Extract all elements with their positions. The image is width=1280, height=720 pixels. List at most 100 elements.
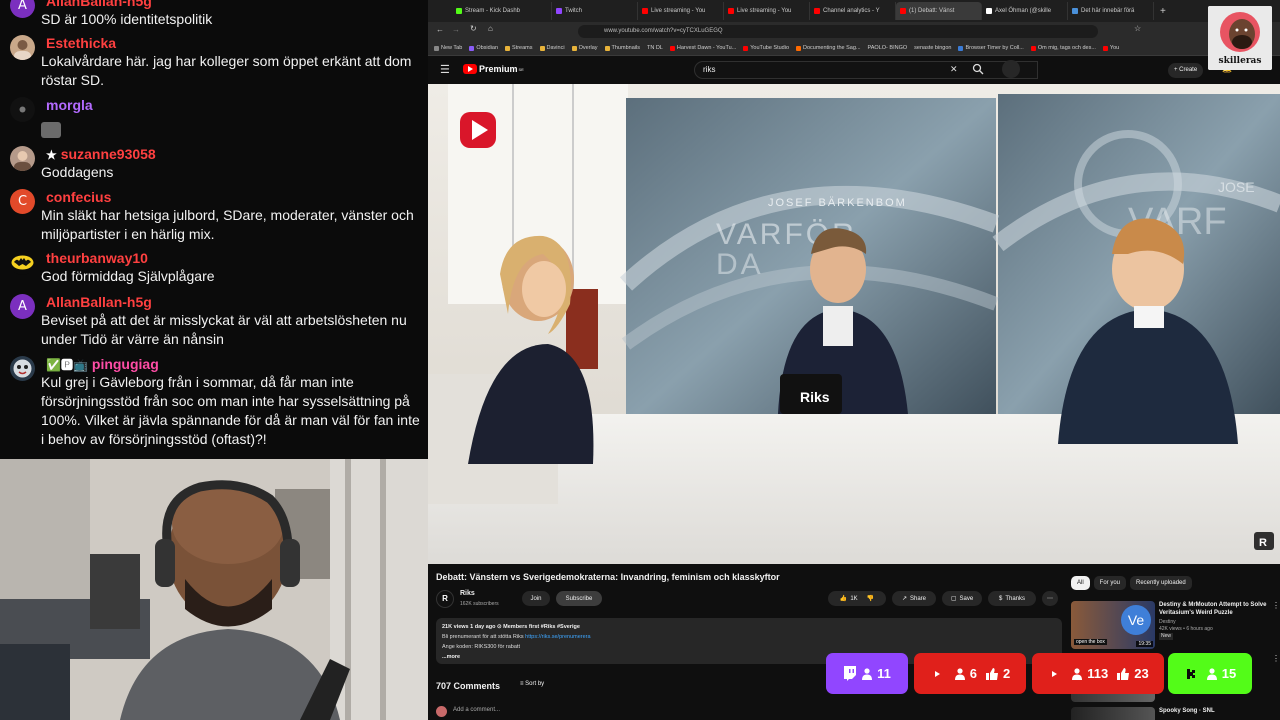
corner-watermark: R — [1259, 537, 1267, 549]
bookmark[interactable]: TN DL — [647, 45, 663, 51]
reload-icon[interactable]: ↻ — [470, 24, 477, 33]
chat-username[interactable]: AllanBallan-h5g — [46, 0, 152, 9]
share-icon: ↗ — [901, 596, 907, 602]
url-field[interactable]: www.youtube.com/watch?v=cyTCXLuGEGQ — [578, 25, 1098, 38]
tab[interactable]: Axel Öhman (@skille — [982, 2, 1068, 20]
more-options-icon[interactable]: ⋮ — [1272, 601, 1280, 610]
bookmark[interactable]: New Tab — [434, 45, 462, 51]
like-button[interactable]: 👍 1K 👎 — [828, 591, 886, 606]
bookmark[interactable]: Thumbnails — [604, 45, 640, 51]
chip-recently-uploaded[interactable]: Recently uploaded — [1130, 576, 1192, 590]
chat-text: Kul grej i Gävleborg från i sommar, då f… — [41, 374, 420, 447]
tab[interactable]: Channel analytics - Y — [810, 2, 896, 20]
comments-count: 707 Comments — [436, 681, 501, 691]
sort-by-button[interactable]: ≡ Sort by — [520, 681, 544, 687]
chat-text: SD är 100% identitetspolitik — [41, 11, 213, 27]
wall-text: DA — [716, 248, 764, 281]
clear-search-icon[interactable]: ✕ — [950, 64, 958, 75]
tab[interactable]: Det här innebär förä — [1068, 2, 1154, 20]
bookmark[interactable]: Documenting the Sag... — [796, 45, 861, 51]
webcam-scene — [0, 459, 428, 720]
bookmark[interactable]: senaste bingon — [914, 45, 951, 51]
save-icon: ▢ — [950, 596, 957, 602]
subscribe-button[interactable]: Subscribe — [556, 591, 602, 606]
search-icon[interactable] — [972, 62, 984, 75]
more-actions-button[interactable]: ⋯ — [1042, 591, 1058, 606]
bookmark[interactable]: Om mig, tags och des... — [1030, 45, 1096, 51]
more-options-icon[interactable]: ⋮ — [1272, 654, 1280, 663]
thanks-icon: $ — [998, 595, 1003, 602]
youtube-logo[interactable]: Premium SE — [463, 64, 524, 74]
chip-for-you[interactable]: For you — [1093, 576, 1127, 590]
viewer-icon — [862, 667, 873, 680]
chat-text: Beviset på att det är misslyckat är väl … — [41, 312, 407, 347]
recommended-video[interactable]: Spooky Song · SNL — [1071, 707, 1280, 720]
hamburger-menu-icon[interactable]: ☰ — [440, 63, 450, 76]
thanks-button[interactable]: $ Thanks — [988, 591, 1036, 606]
video-thumbnail[interactable]: Ve open the box 19:35 — [1071, 601, 1155, 649]
subscribe-link[interactable]: https://riks.se/prenumerera — [525, 634, 590, 640]
description-line: Bli prenumerant för att stötta Riks http… — [442, 634, 591, 640]
bookmark[interactable]: Obsidian — [469, 45, 498, 51]
chat-emote: 🐀 — [41, 117, 426, 138]
bookmark[interactable]: Davinci — [539, 45, 565, 51]
bookmark[interactable]: Overlay — [571, 45, 598, 51]
bookmark[interactable]: PAOLO- BINGO — [868, 45, 908, 51]
search-input[interactable]: riks — [694, 61, 1038, 79]
chat-username[interactable]: Estethicka — [46, 35, 116, 51]
channel-avatar[interactable]: R — [436, 590, 454, 608]
chat-message: ★ suzanne93058 Goddagens — [10, 146, 422, 182]
star-icon[interactable]: ☆ — [1134, 24, 1141, 33]
bookmark[interactable]: Harvest Dawn - YouTu... — [669, 45, 736, 51]
kick-viewer-badge: 15 — [1168, 653, 1252, 694]
thumbs-up-icon — [986, 667, 998, 680]
viewer-count: 6 — [969, 666, 977, 681]
create-button[interactable]: + Create — [1168, 63, 1204, 78]
youtube-icon — [929, 668, 944, 679]
recommendation-title[interactable]: Spooky Song · SNL — [1159, 707, 1269, 715]
recommended-video[interactable]: Ve open the box 19:35 Destiny & MrMouton… — [1071, 601, 1280, 649]
new-tab-icon[interactable]: + — [1160, 6, 1166, 17]
microphone-icon[interactable] — [1002, 60, 1020, 78]
avatar — [10, 356, 35, 381]
home-icon[interactable]: ⌂ — [488, 24, 493, 33]
viewer-count: 15 — [1221, 666, 1237, 681]
viewer-count: 113 — [1087, 666, 1109, 681]
tab[interactable]: Live streaming - You — [724, 2, 810, 20]
chat-username[interactable]: AllanBallan-h5g — [46, 294, 152, 310]
share-button[interactable]: ↗ Share — [892, 591, 936, 606]
video-thumbnail[interactable] — [1071, 707, 1155, 720]
tab[interactable]: Stream - Kick Dashb — [452, 2, 552, 20]
forward-icon[interactable]: → — [452, 25, 460, 34]
chat-username[interactable]: morgla — [46, 97, 93, 113]
chip-all[interactable]: All — [1071, 576, 1090, 590]
chat-username[interactable]: theurbanway10 — [46, 250, 148, 266]
channel-name[interactable]: Riks — [460, 590, 475, 597]
chat-username[interactable]: confecius — [46, 189, 111, 205]
twitch-icon — [843, 666, 857, 681]
chat-message: A AllanBallan-h5g Beviset på att det är … — [10, 294, 422, 350]
description-meta: 21K views 1 day ago ⊙ Members first #Rik… — [442, 624, 580, 630]
viewer-icon — [1072, 667, 1083, 680]
chat-username[interactable]: ✅🅿📺 pingugiag — [46, 356, 159, 373]
tab-strip: Stream - Kick Dashb Twitch Live streamin… — [428, 0, 1280, 22]
batman-avatar-icon — [10, 250, 35, 275]
bookmark[interactable]: YouTube Studio — [743, 45, 789, 51]
bookmark[interactable]: Browser Timer by Coll... — [958, 45, 1024, 51]
avatar — [10, 35, 35, 60]
avatar — [10, 97, 35, 122]
recommendation-title[interactable]: Destiny & MrMouton Attempt to Solve Veri… — [1159, 601, 1269, 617]
chat-text: Lokalvårdare här. jag har kolleger som ö… — [41, 53, 412, 88]
video-player[interactable]: JOSEF BÄRKENBOM VARFÖR DA JOSE VARF DA — [428, 84, 1280, 564]
join-button[interactable]: Join — [522, 591, 550, 606]
tab[interactable]: Twitch — [552, 2, 638, 20]
save-button[interactable]: ▢ Save — [942, 591, 982, 606]
chat-username[interactable]: ★ suzanne93058 — [46, 146, 156, 162]
tab-active[interactable]: (1) Debatt: Vänst — [896, 2, 982, 20]
bookmark[interactable]: Streams — [505, 45, 533, 51]
back-icon[interactable]: ← — [436, 25, 444, 34]
comment-input[interactable]: Add a comment... — [453, 707, 500, 713]
tab[interactable]: Live streaming - You — [638, 2, 724, 20]
bookmark[interactable]: You — [1102, 45, 1119, 51]
viewer-icon — [1206, 667, 1217, 680]
